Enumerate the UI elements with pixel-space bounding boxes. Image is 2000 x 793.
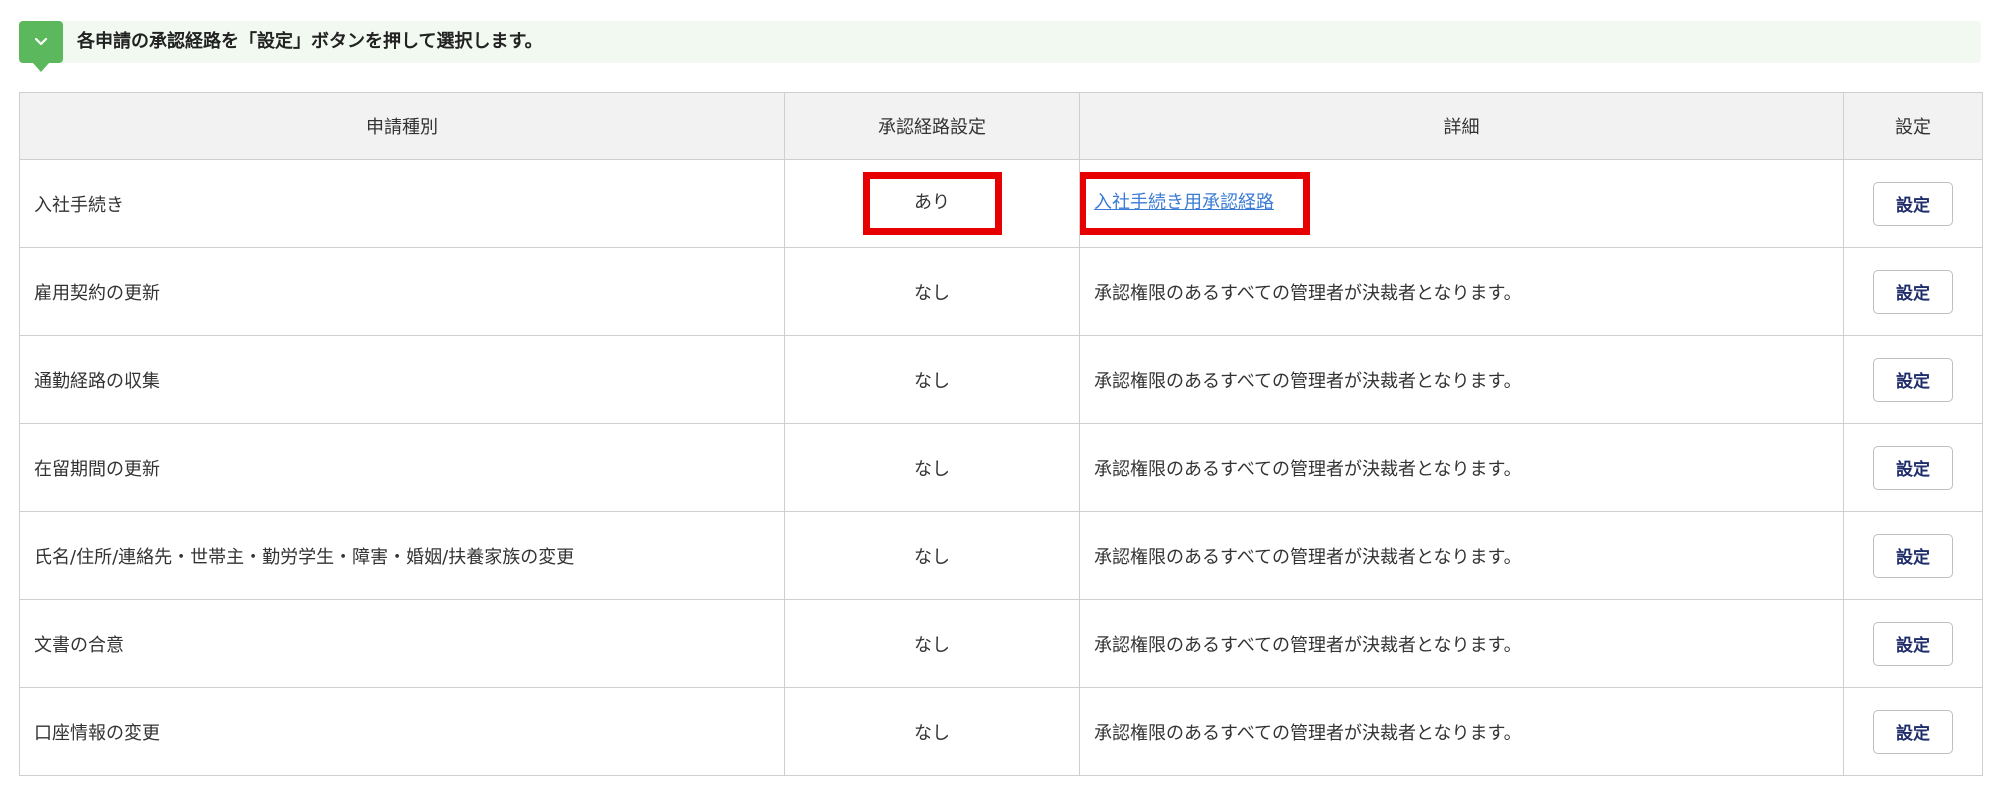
notice-text: 各申請の承認経路を「設定」ボタンを押して選択します。 xyxy=(77,31,543,52)
route-status-cell: あり xyxy=(784,159,1080,248)
table-row: 氏名/住所/連絡先・世帯主・勤労学生・障害・婚姻/扶養家族の変更 なし 承認権限… xyxy=(19,511,1983,600)
application-type-cell: 在留期間の更新 xyxy=(19,423,785,512)
route-status-cell: なし xyxy=(784,511,1080,600)
set-button[interactable]: 設定 xyxy=(1873,621,1953,666)
application-type-cell: 口座情報の変更 xyxy=(19,687,785,776)
application-type-cell: 雇用契約の更新 xyxy=(19,247,785,336)
route-status-cell: なし xyxy=(784,599,1080,688)
set-button[interactable]: 設定 xyxy=(1873,445,1953,490)
header-detail: 詳細 xyxy=(1079,92,1844,160)
application-type-cell: 通勤経路の収集 xyxy=(19,335,785,424)
detail-cell: 承認権限のあるすべての管理者が決裁者となります。 xyxy=(1079,511,1844,600)
onboarding-route-link[interactable]: 入社手続き用承認経路 xyxy=(1094,192,1274,213)
route-status-cell: なし xyxy=(784,423,1080,512)
action-cell: 設定 xyxy=(1843,599,1983,688)
notice-bar: 各申請の承認経路を「設定」ボタンを押して選択します。 xyxy=(19,21,1981,72)
action-cell: 設定 xyxy=(1843,687,1983,776)
table-header-row: 申請種別 承認経路設定 詳細 設定 xyxy=(19,92,1983,160)
set-button[interactable]: 設定 xyxy=(1873,709,1953,754)
table-row: 入社手続き あり 入社手続き用承認経路 設定 xyxy=(19,159,1983,248)
action-cell: 設定 xyxy=(1843,335,1983,424)
action-cell: 設定 xyxy=(1843,159,1983,248)
approval-route-settings-page: 各申請の承認経路を「設定」ボタンを押して選択します。 申請種別 承認経路設定 詳… xyxy=(0,0,2000,793)
detail-cell: 入社手続き用承認経路 xyxy=(1079,159,1844,248)
detail-cell: 承認権限のあるすべての管理者が決裁者となります。 xyxy=(1079,335,1844,424)
table-row: 口座情報の変更 なし 承認権限のあるすべての管理者が決裁者となります。 設定 xyxy=(19,687,1983,776)
detail-link-highlight: 入社手続き用承認経路 xyxy=(1080,172,1310,235)
table-row: 在留期間の更新 なし 承認権限のあるすべての管理者が決裁者となります。 設定 xyxy=(19,423,1983,512)
route-status-cell: なし xyxy=(784,687,1080,776)
header-setting: 設定 xyxy=(1843,92,1983,160)
action-cell: 設定 xyxy=(1843,511,1983,600)
set-button[interactable]: 設定 xyxy=(1873,269,1953,314)
application-type-cell: 文書の合意 xyxy=(19,599,785,688)
detail-cell: 承認権限のあるすべての管理者が決裁者となります。 xyxy=(1079,247,1844,336)
detail-cell: 承認権限のあるすべての管理者が決裁者となります。 xyxy=(1079,423,1844,512)
application-type-cell: 入社手続き xyxy=(19,159,785,248)
header-application-type: 申請種別 xyxy=(19,92,785,160)
table-row: 通勤経路の収集 なし 承認権限のあるすべての管理者が決裁者となります。 設定 xyxy=(19,335,1983,424)
set-button[interactable]: 設定 xyxy=(1873,533,1953,578)
detail-cell: 承認権限のあるすべての管理者が決裁者となります。 xyxy=(1079,599,1844,688)
application-type-cell: 氏名/住所/連絡先・世帯主・勤労学生・障害・婚姻/扶養家族の変更 xyxy=(19,511,785,600)
detail-cell: 承認権限のあるすべての管理者が決裁者となります。 xyxy=(1079,687,1844,776)
header-route-setting: 承認経路設定 xyxy=(784,92,1080,160)
action-cell: 設定 xyxy=(1843,247,1983,336)
route-status-cell: なし xyxy=(784,247,1080,336)
action-cell: 設定 xyxy=(1843,423,1983,512)
set-button[interactable]: 設定 xyxy=(1873,357,1953,402)
table-row: 文書の合意 なし 承認権限のあるすべての管理者が決裁者となります。 設定 xyxy=(19,599,1983,688)
route-status-cell: なし xyxy=(784,335,1080,424)
table-row: 雇用契約の更新 なし 承認権限のあるすべての管理者が決裁者となります。 設定 xyxy=(19,247,1983,336)
approval-route-table: 申請種別 承認経路設定 詳細 設定 入社手続き あり 入社手続き用承認経路 設定 xyxy=(19,92,1983,776)
route-status-highlight: あり xyxy=(862,172,1002,235)
set-button[interactable]: 設定 xyxy=(1873,181,1953,226)
chevron-down-icon xyxy=(19,21,63,72)
